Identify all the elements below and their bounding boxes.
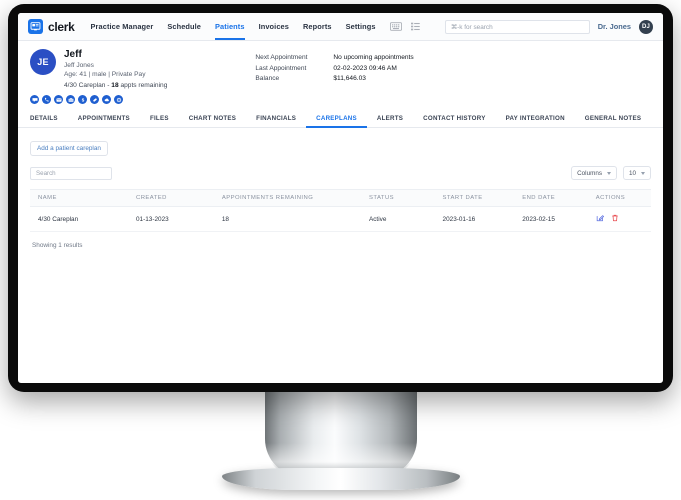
careplan-suffix: appts remaining bbox=[118, 82, 168, 89]
table-row[interactable]: 4/30 Careplan 01-13-2023 18 Active 2023-… bbox=[30, 206, 651, 232]
column-header-actions: ACTIONS bbox=[595, 195, 626, 201]
detail-label-last-appointment: Last Appointment bbox=[255, 64, 307, 72]
toolbar-right: Columns 10 bbox=[571, 166, 651, 180]
patient-info: Jeff Jeff Jones Age: 41 | male | Private… bbox=[64, 49, 167, 90]
cell-name: 4/30 Careplan bbox=[30, 206, 136, 232]
global-search-input[interactable]: ⌘-k for search bbox=[444, 19, 590, 34]
edit-icon[interactable] bbox=[596, 214, 604, 224]
tab-files[interactable]: FILES bbox=[140, 115, 179, 128]
table-header-row: NAME CREATED APPOINTMENTS REMAINING STAT… bbox=[30, 189, 651, 207]
cell-created: 01-13-2023 bbox=[136, 206, 222, 232]
tab-details[interactable]: DETAILS bbox=[30, 115, 68, 128]
page-size-dropdown[interactable]: 10 bbox=[622, 166, 651, 180]
detail-value-next-appointment: No upcoming appointments bbox=[333, 54, 414, 61]
nav-item-settings[interactable]: Settings bbox=[346, 13, 376, 40]
cloud-icon[interactable] bbox=[102, 95, 111, 104]
nav-item-reports[interactable]: Reports bbox=[303, 13, 332, 40]
tab-financials[interactable]: FINANCIALS bbox=[246, 115, 306, 128]
tab-general-notes[interactable]: GENERAL NOTES bbox=[575, 115, 651, 128]
patient-careplan-summary: 4/30 Careplan - 18 appts remaining bbox=[64, 81, 167, 90]
cell-appointments-remaining: 18 bbox=[221, 206, 369, 232]
monitor-stand-neck bbox=[265, 392, 417, 477]
global-search-placeholder: ⌘-k for search bbox=[450, 23, 493, 31]
cell-end-date: 2023-02-15 bbox=[522, 206, 596, 232]
column-header-appointments-remaining[interactable]: APPOINTMENTS REMAINING bbox=[222, 190, 369, 207]
columns-dropdown-label: Columns bbox=[577, 169, 602, 177]
screen: clerk Practice Manager Schedule Patients… bbox=[18, 13, 663, 383]
tab-alerts[interactable]: ALERTS bbox=[367, 115, 413, 128]
nav-item-patients[interactable]: Patients bbox=[215, 13, 245, 40]
tab-appointments[interactable]: APPOINTMENTS bbox=[68, 115, 140, 128]
column-header-status[interactable]: STATUS bbox=[369, 190, 443, 207]
detail-labels: Next Appointment Last Appointment Balanc… bbox=[255, 53, 333, 90]
columns-dropdown[interactable]: Columns bbox=[571, 166, 617, 180]
settings-icon[interactable] bbox=[114, 95, 123, 104]
patient-appointment-details: Next Appointment Last Appointment Balanc… bbox=[255, 49, 413, 90]
table-head: NAME CREATED APPOINTMENTS REMAINING STAT… bbox=[30, 189, 651, 207]
chevron-down-icon bbox=[606, 171, 611, 175]
nav-item-schedule[interactable]: Schedule bbox=[167, 13, 201, 40]
tab-chart-notes[interactable]: CHART NOTES bbox=[179, 115, 246, 128]
tab-contact-history[interactable]: CONTACT HISTORY bbox=[413, 115, 495, 128]
detail-label-balance: Balance bbox=[255, 75, 280, 82]
detail-label-next-appointment: Next Appointment bbox=[255, 54, 308, 61]
column-header-name[interactable]: NAME bbox=[30, 190, 136, 207]
cell-actions bbox=[595, 206, 651, 232]
app-logo[interactable]: clerk bbox=[28, 19, 75, 34]
list-icon[interactable] bbox=[410, 18, 420, 36]
column-header-start-date[interactable]: START DATE bbox=[443, 190, 523, 207]
tab-careplans[interactable]: CAREPLANS bbox=[306, 115, 367, 128]
keyboard-icon[interactable] bbox=[389, 18, 402, 36]
tab-pay-integration[interactable]: PAY INTEGRATION bbox=[496, 115, 575, 128]
dollar-icon[interactable]: $ bbox=[78, 95, 87, 104]
search-placeholder: Search bbox=[36, 169, 56, 177]
monitor-bezel: clerk Practice Manager Schedule Patients… bbox=[8, 4, 673, 392]
delete-icon[interactable] bbox=[611, 214, 619, 224]
results-count: Showing 1 results bbox=[32, 242, 83, 249]
top-navigation-bar: clerk Practice Manager Schedule Patients… bbox=[18, 13, 663, 41]
add-patient-careplan-button[interactable]: Add a patient careplan bbox=[30, 141, 108, 156]
chat-icon[interactable] bbox=[30, 95, 39, 104]
column-header-end-date[interactable]: END DATE bbox=[522, 190, 596, 207]
monitor-icon bbox=[28, 19, 43, 34]
email-icon[interactable] bbox=[54, 95, 63, 104]
careplan-prefix: 4/30 Careplan - bbox=[64, 82, 112, 89]
detail-value-balance: $11,646.03 bbox=[333, 75, 366, 82]
chevron-down-icon bbox=[641, 171, 645, 175]
desktop-scene: clerk Practice Manager Schedule Patients… bbox=[0, 0, 681, 500]
detail-value-last-appointment: 02-02-2023 09:46 AM bbox=[333, 64, 397, 72]
patient-demographics: Age: 41 | male | Private Pay bbox=[64, 71, 146, 78]
careplan-count: 18 bbox=[111, 82, 119, 89]
svg-text:$: $ bbox=[81, 97, 84, 102]
patient-tabs: DETAILS APPOINTMENTS FILES CHART NOTES F… bbox=[18, 111, 663, 128]
briefcase-icon[interactable] bbox=[66, 95, 75, 104]
nav-item-invoices[interactable]: Invoices bbox=[259, 13, 289, 40]
row-actions bbox=[596, 214, 651, 224]
patient-full-name: Jeff Jones bbox=[64, 62, 94, 69]
nav-item-practice-manager[interactable]: Practice Manager bbox=[91, 13, 154, 40]
table-toolbar: Search Columns 10 bbox=[30, 166, 651, 180]
careplans-table: NAME CREATED APPOINTMENTS REMAINING STAT… bbox=[30, 189, 651, 232]
cell-start-date: 2023-01-16 bbox=[442, 206, 523, 232]
nav-right-group: ⌘-k for search Dr. Jones DJ bbox=[444, 19, 653, 34]
nav-icon-group bbox=[389, 18, 420, 36]
page-size-value: 10 bbox=[628, 169, 636, 177]
pill-icon[interactable] bbox=[90, 95, 99, 104]
patient-avatar: JE bbox=[30, 49, 56, 75]
search-input[interactable]: Search bbox=[30, 166, 112, 180]
column-header-created[interactable]: CREATED bbox=[136, 190, 222, 207]
patient-header: JE Jeff Jeff Jones Age: 41 | male | Priv… bbox=[18, 41, 663, 90]
patient-name: Jeff bbox=[64, 49, 82, 60]
phone-icon[interactable] bbox=[42, 95, 51, 104]
table-body: 4/30 Careplan 01-13-2023 18 Active 2023-… bbox=[30, 206, 651, 232]
monitor-stand-base bbox=[222, 468, 460, 490]
cell-status: Active bbox=[368, 206, 443, 232]
logo-text: clerk bbox=[48, 19, 75, 34]
nav-items: Practice Manager Schedule Patients Invoi… bbox=[91, 13, 376, 40]
detail-values: No upcoming appointments 02-02-2023 09:4… bbox=[333, 53, 413, 90]
user-name[interactable]: Dr. Jones bbox=[598, 22, 631, 31]
avatar[interactable]: DJ bbox=[639, 19, 653, 34]
careplans-panel: Add a patient careplan Search Columns 10 bbox=[18, 128, 663, 249]
patient-quick-actions: $ bbox=[18, 90, 663, 104]
